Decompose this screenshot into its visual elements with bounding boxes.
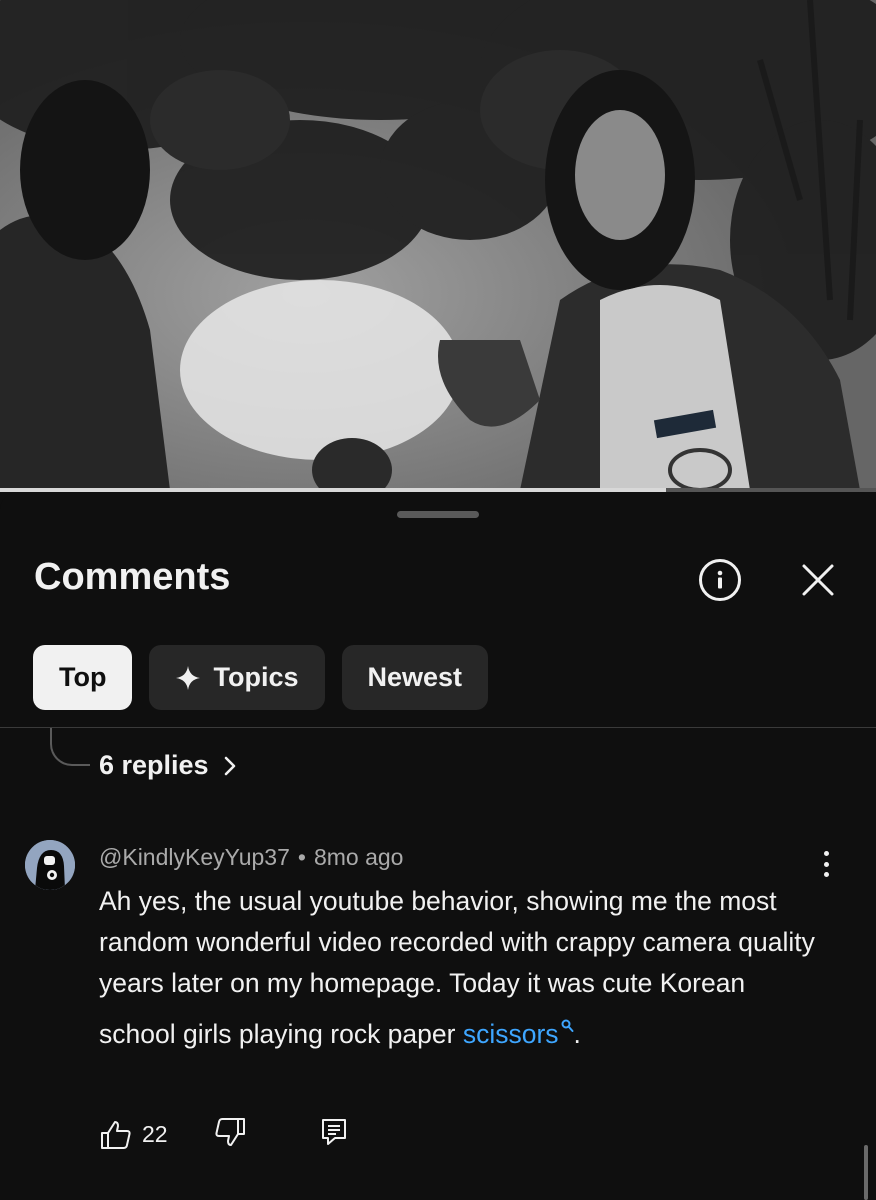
more-options-icon[interactable] (814, 849, 838, 879)
comment-author[interactable]: @KindlyKeyYup37 (99, 844, 290, 871)
thumbs-up-icon (101, 1120, 131, 1149)
comment-time: 8mo ago (313, 844, 404, 870)
more-dot (823, 872, 829, 877)
reply-icon (321, 1119, 346, 1145)
scrollbar[interactable] (864, 1145, 868, 1200)
comment-search-link[interactable]: scissors (463, 1019, 559, 1049)
replies-label: 6 replies (99, 750, 209, 780)
reply-button[interactable] (320, 1117, 348, 1152)
more-dot (823, 851, 829, 856)
info-icon[interactable] (699, 559, 741, 601)
dislike-button[interactable] (214, 1117, 246, 1152)
chip-topics[interactable]: Topics (149, 645, 325, 710)
replies-link[interactable]: 6 replies (99, 750, 237, 781)
chip-top[interactable]: Top (33, 645, 133, 710)
sparkle-icon (175, 665, 201, 691)
chip-newest[interactable]: Newest (341, 645, 489, 710)
video-frame-image (0, 0, 876, 490)
divider (0, 727, 876, 728)
chip-topics-label: Topics (213, 662, 299, 692)
avatar[interactable] (25, 840, 75, 890)
chip-top-label: Top (59, 662, 107, 692)
comment-text-end: . (573, 1018, 581, 1049)
comments-sheet: Comments Top Topics Newest 6 replies @Ki… (0, 492, 876, 1200)
thread-connector (50, 728, 90, 766)
comment-body: Ah yes, the usual youtube behavior, show… (99, 881, 819, 1055)
like-button[interactable]: 22 (100, 1120, 168, 1150)
close-icon[interactable] (800, 562, 836, 598)
more-dot (823, 861, 829, 867)
meta-separator: • (297, 844, 306, 870)
like-count: 22 (142, 1121, 168, 1147)
comment-text: Ah yes, the usual youtube behavior, show… (99, 886, 815, 1049)
video-player[interactable] (0, 0, 876, 490)
comment-actions: 22 (100, 1117, 348, 1152)
comments-title: Comments (34, 556, 231, 598)
drag-handle[interactable] (397, 511, 479, 518)
info-glyph (717, 570, 723, 589)
thumbs-down-icon (215, 1118, 245, 1146)
search-icon[interactable] (561, 1004, 574, 1045)
chevron-right-icon (224, 756, 235, 775)
comment-meta: @KindlyKeyYup37 • 8mo ago (99, 844, 403, 871)
comment-filter-chips: Top Topics Newest (33, 645, 489, 710)
chip-newest-label: Newest (367, 662, 463, 692)
